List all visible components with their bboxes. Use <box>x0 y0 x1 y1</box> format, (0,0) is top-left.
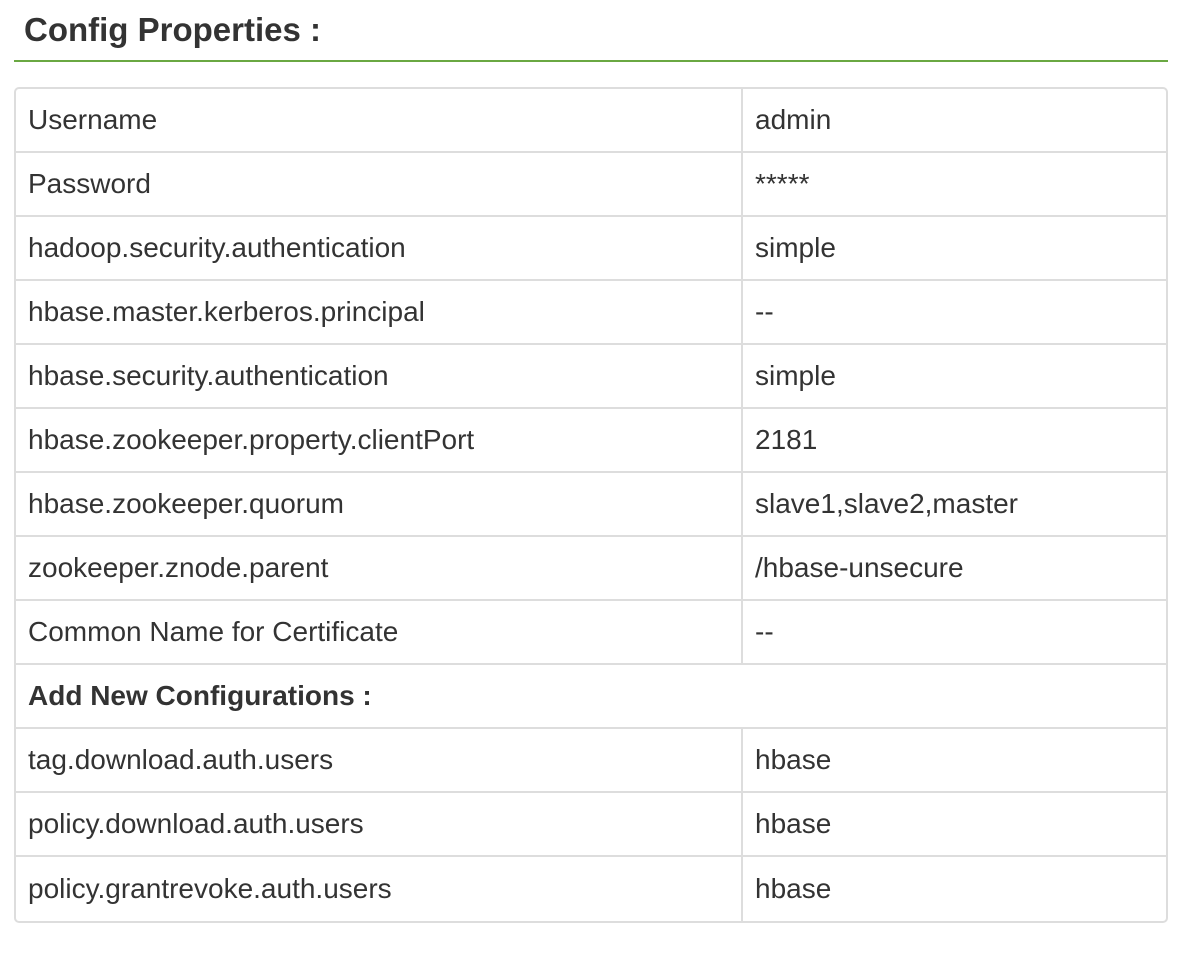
property-value: -- <box>743 281 1166 345</box>
property-value: ***** <box>743 153 1166 217</box>
new-configurations-heading: Add New Configurations : <box>16 665 1166 729</box>
table-row: tag.download.auth.users hbase <box>16 729 1166 793</box>
table-row: Password ***** <box>16 153 1166 217</box>
property-key: hbase.zookeeper.property.clientPort <box>16 409 743 473</box>
property-key: tag.download.auth.users <box>16 729 743 793</box>
property-value: simple <box>743 345 1166 409</box>
table-row: zookeeper.znode.parent /hbase-unsecure <box>16 537 1166 601</box>
property-value: /hbase-unsecure <box>743 537 1166 601</box>
property-value: slave1,slave2,master <box>743 473 1166 537</box>
table-row: policy.download.auth.users hbase <box>16 793 1166 857</box>
property-key: Username <box>16 89 743 153</box>
table-row: Username admin <box>16 89 1166 153</box>
section-header: Config Properties : <box>14 0 1168 62</box>
section-heading-row: Add New Configurations : <box>16 665 1166 729</box>
property-value: 2181 <box>743 409 1166 473</box>
property-key: zookeeper.znode.parent <box>16 537 743 601</box>
property-value: simple <box>743 217 1166 281</box>
property-value: admin <box>743 89 1166 153</box>
property-key: hbase.zookeeper.quorum <box>16 473 743 537</box>
property-value: -- <box>743 601 1166 665</box>
table-row: policy.grantrevoke.auth.users hbase <box>16 857 1166 921</box>
table-row: hbase.zookeeper.property.clientPort 2181 <box>16 409 1166 473</box>
property-key: hbase.master.kerberos.principal <box>16 281 743 345</box>
table-row: hadoop.security.authentication simple <box>16 217 1166 281</box>
property-value: hbase <box>755 873 832 904</box>
property-value: hbase <box>743 793 1166 857</box>
property-key: Password <box>16 153 743 217</box>
table-row: hbase.zookeeper.quorum slave1,slave2,mas… <box>16 473 1166 537</box>
table-row: Common Name for Certificate -- <box>16 601 1166 665</box>
property-key: hadoop.security.authentication <box>16 217 743 281</box>
property-key: hbase.security.authentication <box>16 345 743 409</box>
config-properties-table: Username admin Password ***** hadoop.sec… <box>14 87 1168 923</box>
table-row: hbase.master.kerberos.principal -- <box>16 281 1166 345</box>
property-key: policy.download.auth.users <box>16 793 743 857</box>
property-key: policy.grantrevoke.auth.users <box>16 857 743 921</box>
table-row: hbase.security.authentication simple <box>16 345 1166 409</box>
property-key: Common Name for Certificate <box>16 601 743 665</box>
page-title: Config Properties : <box>24 11 322 48</box>
property-value: hbase <box>743 729 1166 793</box>
